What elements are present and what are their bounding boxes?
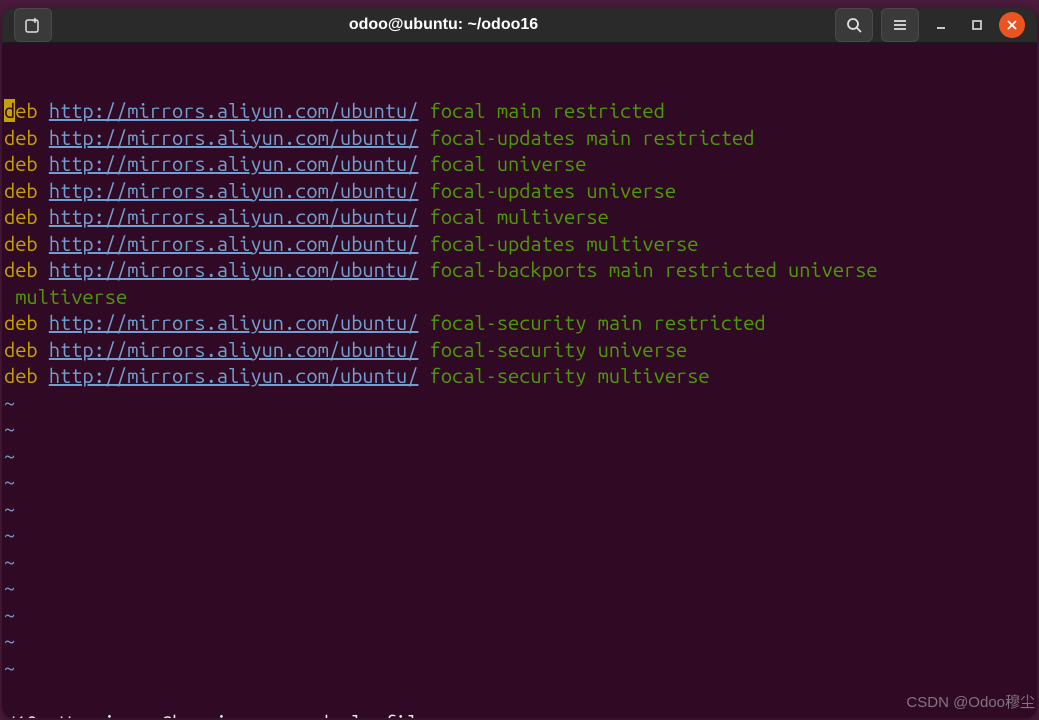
source-line: deb http://mirrors.aliyun.com/ubuntu/ fo… <box>4 363 1035 390</box>
components: focal-security universe <box>430 338 688 361</box>
maximize-button[interactable] <box>963 11 991 39</box>
vim-tilde: ~ <box>4 549 1035 576</box>
components: focal-updates multiverse <box>430 232 699 255</box>
new-tab-button[interactable] <box>14 8 52 42</box>
vim-status-line: W10: Warning: Changing a readonly file <box>4 710 430 718</box>
keyword-deb: deb <box>4 258 38 281</box>
vim-tilde: ~ <box>4 416 1035 443</box>
vim-tilde: ~ <box>4 602 1035 629</box>
components: focal-security main restricted <box>430 311 766 334</box>
source-line: deb http://mirrors.aliyun.com/ubuntu/ fo… <box>4 310 1035 337</box>
repo-url: http://mirrors.aliyun.com/ubuntu/ <box>49 152 419 175</box>
vim-tilde: ~ <box>4 496 1035 523</box>
terminal-area[interactable]: deb http://mirrors.aliyun.com/ubuntu/ fo… <box>2 43 1037 718</box>
repo-url: http://mirrors.aliyun.com/ubuntu/ <box>49 179 419 202</box>
source-line: deb http://mirrors.aliyun.com/ubuntu/ fo… <box>4 204 1035 231</box>
source-line: deb http://mirrors.aliyun.com/ubuntu/ fo… <box>4 257 1035 284</box>
window-title: odoo@ubuntu: ~/odoo16 <box>64 16 823 34</box>
keyword-deb: deb <box>4 364 38 387</box>
repo-url: http://mirrors.aliyun.com/ubuntu/ <box>49 232 419 255</box>
hamburger-menu-button[interactable] <box>881 8 919 42</box>
source-line: deb http://mirrors.aliyun.com/ubuntu/ fo… <box>4 337 1035 364</box>
titlebar: odoo@ubuntu: ~/odoo16 <box>2 8 1037 43</box>
vim-tilde: ~ <box>4 575 1035 602</box>
vim-cursor: d <box>4 99 15 122</box>
components: focal main restricted <box>430 99 665 122</box>
repo-url: http://mirrors.aliyun.com/ubuntu/ <box>49 258 419 281</box>
keyword-deb: deb <box>4 99 38 122</box>
repo-url: http://mirrors.aliyun.com/ubuntu/ <box>49 126 419 149</box>
keyword-deb: deb <box>4 126 38 149</box>
vim-tilde: ~ <box>4 469 1035 496</box>
components: focal-updates main restricted <box>430 126 755 149</box>
source-line: deb http://mirrors.aliyun.com/ubuntu/ fo… <box>4 231 1035 258</box>
close-button[interactable] <box>999 12 1025 38</box>
search-button[interactable] <box>835 8 873 42</box>
source-line: deb http://mirrors.aliyun.com/ubuntu/ fo… <box>4 151 1035 178</box>
keyword-deb: deb <box>4 311 38 334</box>
components: focal-security multiverse <box>430 364 710 387</box>
repo-url: http://mirrors.aliyun.com/ubuntu/ <box>49 99 419 122</box>
vim-tilde: ~ <box>4 443 1035 470</box>
vim-tilde: ~ <box>4 655 1035 682</box>
source-line: deb http://mirrors.aliyun.com/ubuntu/ fo… <box>4 178 1035 205</box>
components: focal-updates universe <box>430 179 676 202</box>
keyword-deb: deb <box>4 179 38 202</box>
source-line: deb http://mirrors.aliyun.com/ubuntu/ fo… <box>4 125 1035 152</box>
terminal-window: odoo@ubuntu: ~/odoo16 <box>2 8 1037 718</box>
repo-url: http://mirrors.aliyun.com/ubuntu/ <box>49 311 419 334</box>
minimize-button[interactable] <box>927 11 955 39</box>
keyword-deb: deb <box>4 152 38 175</box>
repo-url: http://mirrors.aliyun.com/ubuntu/ <box>49 205 419 228</box>
components: focal-backports main restricted universe <box>430 258 878 281</box>
keyword-deb: deb <box>4 205 38 228</box>
repo-url: http://mirrors.aliyun.com/ubuntu/ <box>49 364 419 387</box>
repo-url: http://mirrors.aliyun.com/ubuntu/ <box>49 338 419 361</box>
keyword-deb: deb <box>4 338 38 361</box>
vim-tilde: ~ <box>4 522 1035 549</box>
vim-tilde: ~ <box>4 390 1035 417</box>
source-line-wrap: multiverse <box>4 284 1035 311</box>
source-line: deb http://mirrors.aliyun.com/ubuntu/ fo… <box>4 98 1035 125</box>
components: focal multiverse <box>430 205 609 228</box>
components: multiverse <box>4 285 127 308</box>
components: focal universe <box>430 152 587 175</box>
keyword-deb: deb <box>4 232 38 255</box>
vim-tilde: ~ <box>4 628 1035 655</box>
